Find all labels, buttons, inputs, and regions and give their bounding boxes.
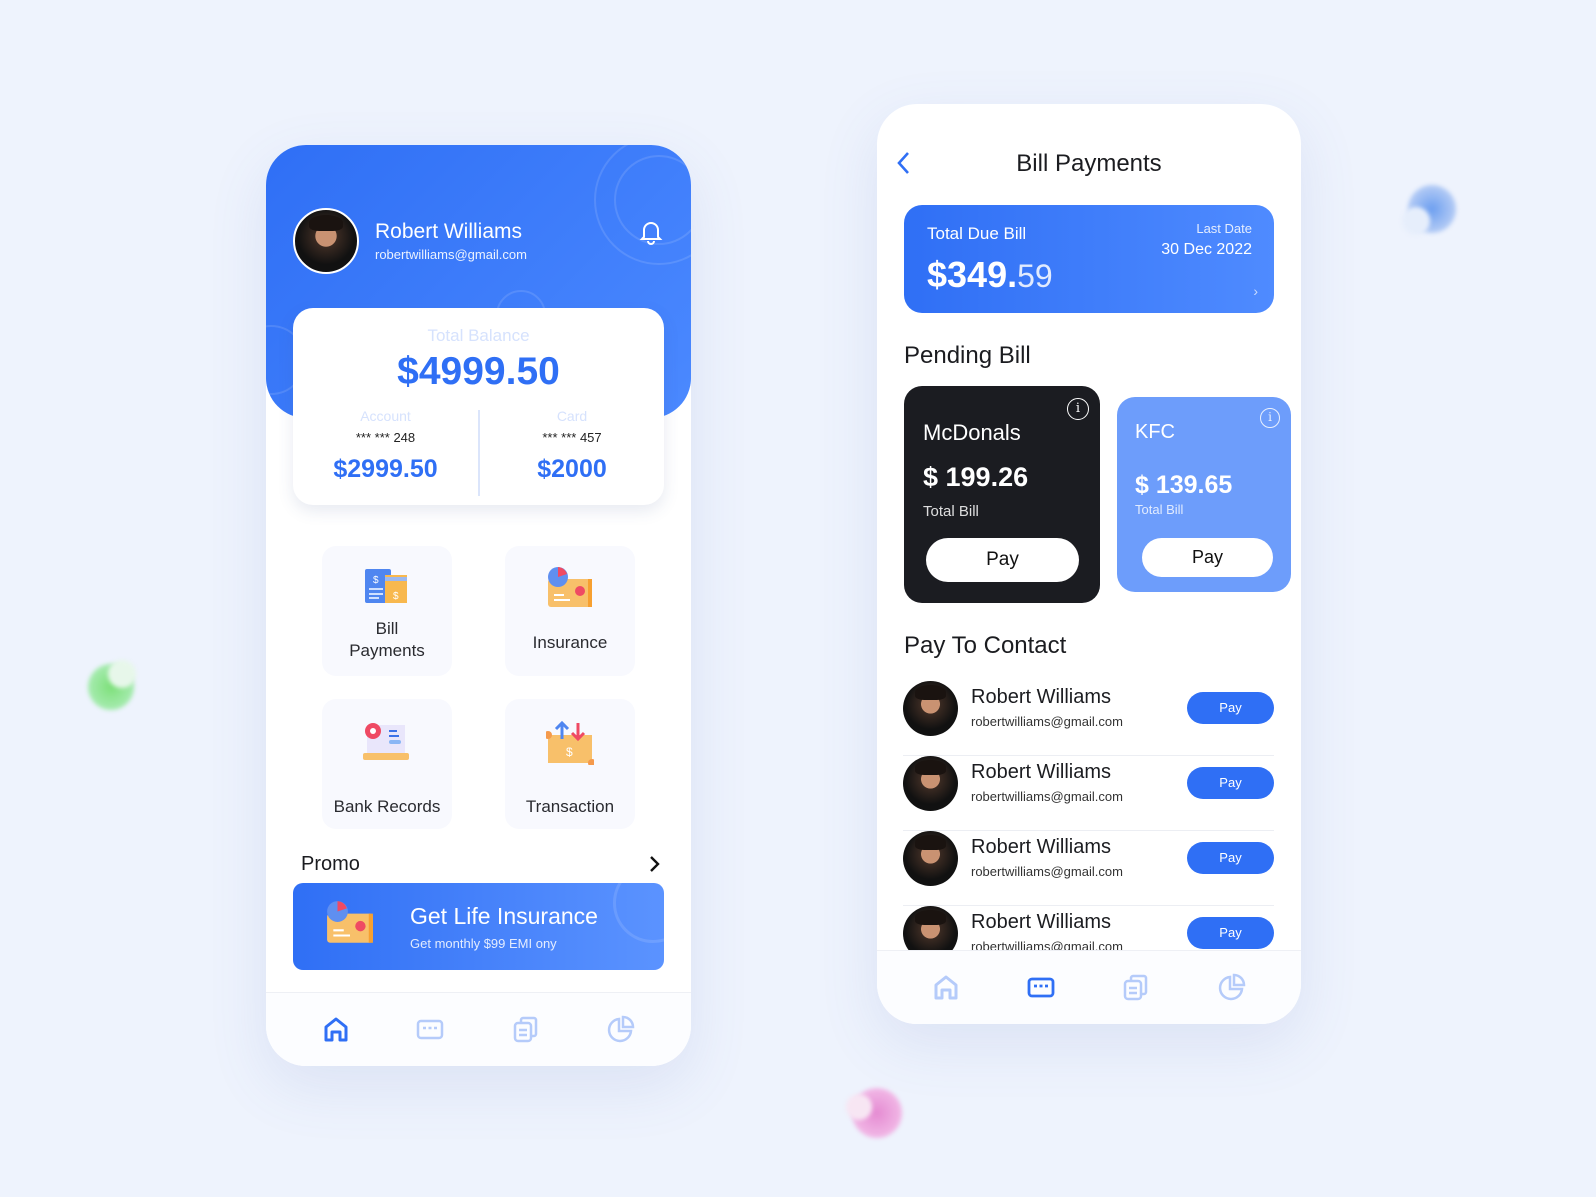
insurance-icon bbox=[548, 567, 592, 607]
pay-button[interactable]: Pay bbox=[926, 538, 1079, 582]
pay-button[interactable]: Pay bbox=[1187, 767, 1274, 799]
bill-payments-screen: Bill Payments Total Due Bill $349.59 Las… bbox=[877, 104, 1301, 1024]
contact-name: Robert Williams bbox=[971, 761, 1112, 783]
bill-icon: $$ bbox=[365, 569, 407, 603]
tile-label: Bill bbox=[375, 619, 399, 638]
contact-name: Robert Williams bbox=[971, 686, 1112, 708]
chevron-right-icon[interactable] bbox=[648, 855, 660, 878]
bill-name: KFC bbox=[1135, 421, 1175, 443]
bill-card-kfc[interactable]: i KFC $ 139.65 Total Bill Pay bbox=[1117, 397, 1291, 592]
decor-pink-bubble-small bbox=[846, 1094, 872, 1120]
promo-banner[interactable]: Get Life Insurance Get monthly $99 EMI o… bbox=[293, 883, 664, 970]
promo-label: Promo bbox=[301, 853, 360, 875]
tile-bill-payments[interactable]: $ $ Bill Payments bbox=[322, 546, 452, 676]
total-balance-card: Total Balance $4999.50 Account *** *** 2… bbox=[293, 308, 664, 505]
pay-button[interactable]: Pay bbox=[1187, 692, 1274, 724]
pie-chart-icon[interactable] bbox=[1218, 973, 1246, 1006]
contact-name: Robert Williams bbox=[971, 911, 1112, 933]
pie-chart-icon[interactable] bbox=[607, 1015, 635, 1048]
svg-text:$: $ bbox=[373, 575, 379, 586]
bottom-nav bbox=[266, 992, 691, 1066]
home-icon[interactable] bbox=[932, 973, 960, 1006]
contact-row[interactable]: Robert Williams robertwilliams@gmail.com… bbox=[903, 681, 1274, 756]
card-label: Card bbox=[556, 408, 588, 424]
card-icon[interactable] bbox=[1027, 973, 1055, 1006]
avatar[interactable] bbox=[293, 208, 359, 274]
last-date: 30 Dec 2022 bbox=[1161, 241, 1252, 258]
account-label: Account bbox=[360, 408, 411, 424]
bill-sub: Total Bill bbox=[923, 503, 979, 520]
chevron-right-icon[interactable]: › bbox=[1253, 283, 1258, 299]
account-number: *** *** 248 bbox=[355, 430, 416, 445]
insurance-icon bbox=[327, 901, 373, 943]
promo-title: Get Life Insurance bbox=[410, 903, 598, 929]
promo-subtitle: Get monthly $99 EMI ony bbox=[410, 936, 557, 951]
decor-green-bubble-small bbox=[108, 660, 136, 688]
contact-email: robertwilliams@gmail.com bbox=[971, 864, 1123, 879]
svg-text:$: $ bbox=[566, 745, 573, 759]
contact-name: Robert Williams bbox=[971, 836, 1112, 858]
card-section[interactable]: Card *** *** 457 $2000 bbox=[480, 408, 664, 484]
tile-bank-records[interactable]: Bank Records bbox=[322, 699, 452, 829]
decor-blue-bubble-small bbox=[1402, 207, 1430, 235]
account-amount: $2999.50 bbox=[333, 455, 438, 483]
pay-button[interactable]: Pay bbox=[1187, 917, 1274, 949]
bank-records-icon bbox=[363, 723, 409, 760]
user-name: Robert Williams bbox=[375, 220, 523, 243]
bill-amount: $ 199.26 bbox=[923, 462, 1029, 492]
home-screen: Robert Williams robertwilliams@gmail.com… bbox=[266, 145, 691, 1066]
bill-name: McDonals bbox=[923, 420, 1021, 445]
pay-to-contact-title: Pay To Contact bbox=[904, 632, 1067, 659]
card-icon[interactable] bbox=[416, 1015, 444, 1048]
info-icon[interactable]: i bbox=[1067, 398, 1089, 420]
due-label: Total Due Bill bbox=[927, 224, 1027, 243]
user-email: robertwilliams@gmail.com bbox=[375, 247, 527, 262]
bill-sub: Total Bill bbox=[1135, 502, 1184, 517]
due-amount-main: $349. bbox=[927, 254, 1018, 295]
due-amount-cents: 59 bbox=[1017, 258, 1053, 294]
bell-icon[interactable] bbox=[639, 219, 663, 250]
card-number: *** *** 457 bbox=[542, 430, 602, 445]
avatar bbox=[903, 831, 958, 886]
tile-label: Bank Records bbox=[333, 797, 441, 816]
avatar bbox=[903, 756, 958, 811]
total-balance-amount: $4999.50 bbox=[397, 350, 560, 393]
documents-icon[interactable] bbox=[512, 1015, 540, 1048]
tile-insurance[interactable]: Insurance bbox=[505, 546, 635, 676]
documents-icon[interactable] bbox=[1122, 973, 1150, 1006]
tile-label: Insurance bbox=[532, 633, 608, 652]
svg-text:$: $ bbox=[393, 591, 399, 602]
due-amount: $349.59 bbox=[927, 254, 1053, 296]
tile-label: Transaction bbox=[525, 797, 615, 816]
bill-card-mcdonals[interactable]: i McDonals $ 199.26 Total Bill Pay bbox=[904, 386, 1100, 603]
total-balance-label: Total Balance bbox=[427, 326, 530, 345]
bill-amount: $ 139.65 bbox=[1135, 471, 1233, 499]
contact-email: robertwilliams@gmail.com bbox=[971, 714, 1123, 729]
contact-email: robertwilliams@gmail.com bbox=[971, 789, 1123, 804]
bottom-nav bbox=[877, 950, 1301, 1024]
avatar bbox=[903, 681, 958, 736]
contact-row[interactable]: Robert Williams robertwilliams@gmail.com… bbox=[903, 831, 1274, 906]
transaction-icon: $ bbox=[546, 721, 594, 765]
last-date-label: Last Date bbox=[1196, 221, 1252, 236]
tile-transaction[interactable]: $ Transaction bbox=[505, 699, 635, 829]
home-icon[interactable] bbox=[322, 1015, 350, 1048]
pending-bill-title: Pending Bill bbox=[904, 342, 1031, 369]
tile-label: Payments bbox=[349, 641, 425, 660]
page-title: Bill Payments bbox=[1016, 150, 1162, 177]
card-amount: $2000 bbox=[537, 455, 607, 483]
account-section[interactable]: Account *** *** 248 $2999.50 bbox=[293, 408, 478, 484]
pay-button[interactable]: Pay bbox=[1187, 842, 1274, 874]
info-icon[interactable]: i bbox=[1260, 408, 1280, 428]
pay-button[interactable]: Pay bbox=[1142, 538, 1273, 577]
total-due-card[interactable]: Total Due Bill $349.59 Last Date 30 Dec … bbox=[904, 205, 1274, 313]
contact-row[interactable]: Robert Williams robertwilliams@gmail.com… bbox=[903, 756, 1274, 831]
